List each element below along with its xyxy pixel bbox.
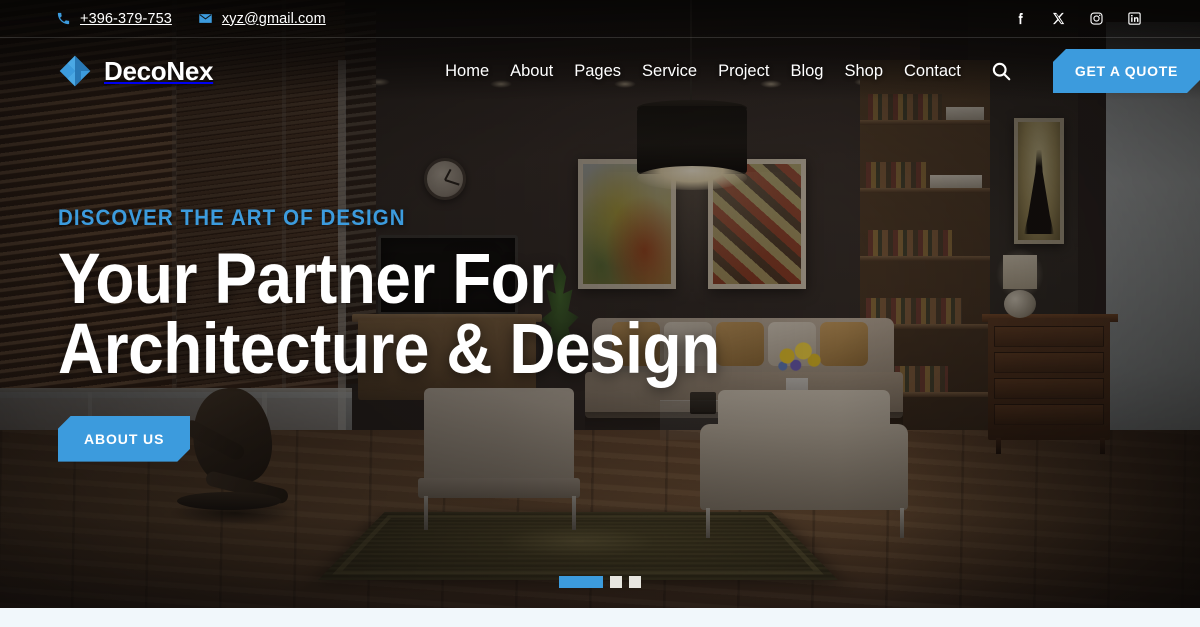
main-navbar: DecoNex Home About Pages Service Project… <box>0 38 1200 104</box>
brand-name: DecoNex <box>104 56 213 87</box>
top-bar-contacts: +396-379-753 xyz@gmail.com <box>56 11 326 27</box>
diamond-logo-icon <box>58 54 92 88</box>
nav-item-contact[interactable]: Contact <box>904 62 961 81</box>
nav-item-home[interactable]: Home <box>445 62 489 81</box>
facebook-link[interactable] <box>1013 11 1028 26</box>
instagram-icon <box>1089 11 1104 26</box>
nav-item-about[interactable]: About <box>510 62 553 81</box>
instagram-link[interactable] <box>1089 11 1104 26</box>
next-section <box>0 608 1200 627</box>
search-icon <box>990 60 1012 82</box>
get-a-quote-button[interactable]: GET A QUOTE <box>1053 49 1200 93</box>
email-address: xyz@gmail.com <box>222 11 326 27</box>
nav-menu: Home About Pages Service Project Blog Sh… <box>445 49 1200 93</box>
slider-dot-3[interactable] <box>629 576 641 588</box>
hero-headline-line-1: Your Partner For <box>58 245 720 315</box>
x-twitter-icon <box>1051 11 1066 26</box>
search-button[interactable] <box>982 60 1012 82</box>
linkedin-icon <box>1127 11 1142 26</box>
nav-item-blog[interactable]: Blog <box>790 62 823 81</box>
hero-headline-line-2: Architecture & Design <box>58 315 720 385</box>
social-links <box>1013 11 1142 26</box>
page-root: DISCOVER THE ART OF DESIGN Your Partner … <box>0 0 1200 627</box>
hero-content: DISCOVER THE ART OF DESIGN Your Partner … <box>58 205 793 462</box>
slider-pagination <box>0 576 1200 588</box>
x-twitter-link[interactable] <box>1051 11 1066 26</box>
slider-dot-1[interactable] <box>559 576 603 588</box>
about-us-button[interactable]: ABOUT US <box>58 416 190 462</box>
nav-item-shop[interactable]: Shop <box>844 62 883 81</box>
top-bar: +396-379-753 xyz@gmail.com <box>0 0 1200 38</box>
nav-item-pages[interactable]: Pages <box>574 62 621 81</box>
nav-item-project[interactable]: Project <box>718 62 769 81</box>
phone-icon <box>56 11 71 26</box>
envelope-icon <box>198 11 213 26</box>
brand-logo[interactable]: DecoNex <box>58 54 213 88</box>
phone-number: +396-379-753 <box>80 11 172 27</box>
email-link[interactable]: xyz@gmail.com <box>198 11 326 27</box>
slider-dot-2[interactable] <box>610 576 622 588</box>
phone-link[interactable]: +396-379-753 <box>56 11 172 27</box>
hero-eyebrow: DISCOVER THE ART OF DESIGN <box>58 205 742 231</box>
linkedin-link[interactable] <box>1127 11 1142 26</box>
facebook-icon <box>1013 11 1028 26</box>
hero-headline: Your Partner For Architecture & Design <box>58 245 720 386</box>
nav-item-service[interactable]: Service <box>642 62 697 81</box>
